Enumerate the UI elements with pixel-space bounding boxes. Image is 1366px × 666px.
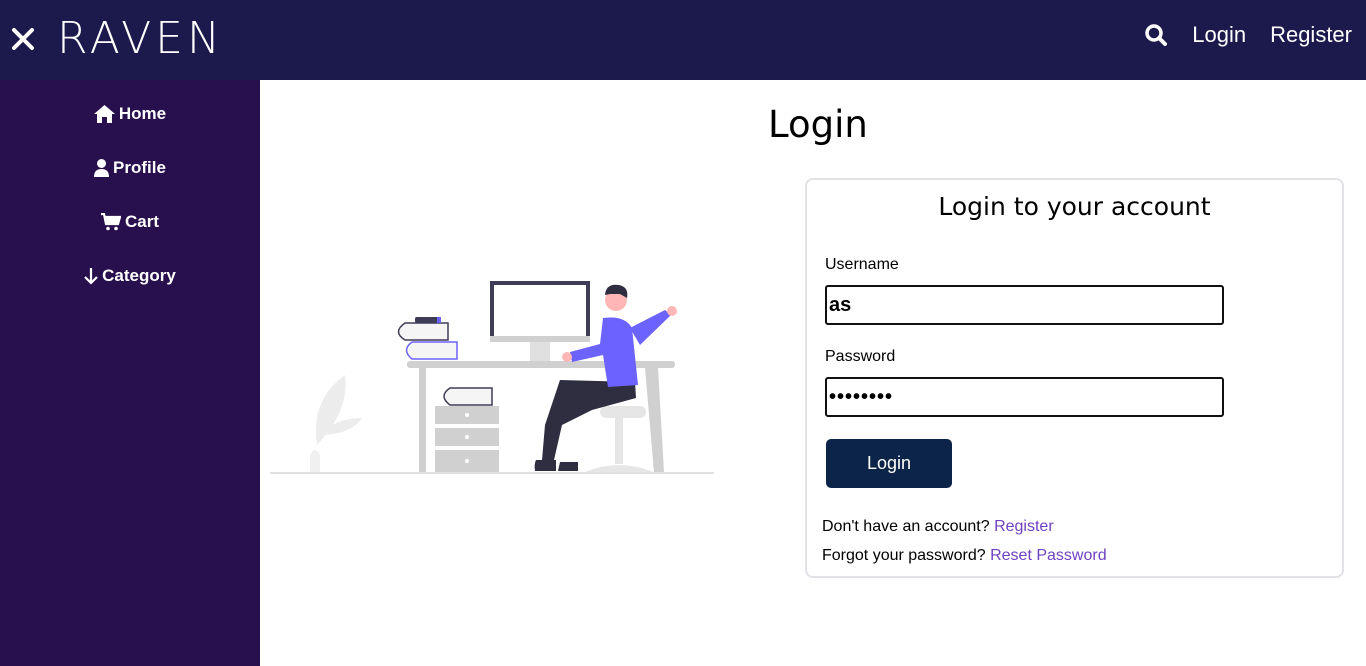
search-icon[interactable] [1144,23,1168,47]
register-prompt-text: Don't have an account? [822,518,990,535]
sidebar-item-label: Home [118,104,167,123]
forgot-prompt: Forgot your password? Reset Password [822,547,1107,565]
brand-logo[interactable]: RAVEN [57,12,224,66]
login-card: Login to your account Username Password … [805,178,1344,578]
sidebar-item-profile[interactable]: Profile [0,158,260,178]
cart-icon [100,213,121,231]
close-icon[interactable] [10,26,36,52]
reset-password-link[interactable]: Reset Password [990,547,1107,564]
password-input[interactable] [825,377,1224,417]
register-link[interactable]: Register [994,518,1054,535]
forgot-prompt-text: Forgot your password? [822,547,986,564]
sidebar-item-category[interactable]: Category [0,266,260,286]
home-icon [93,105,115,123]
user-icon [94,159,110,177]
arrow-down-icon [84,268,98,285]
sidebar-item-cart[interactable]: Cart [0,212,260,232]
top-navbar: RAVEN Login Register [0,0,1366,80]
card-title: Login to your account [938,192,1211,221]
sidebar: Home Profile Cart Category [0,80,260,666]
person-at-desk-illustration [270,281,714,474]
page-title: Login [768,103,868,146]
sidebar-item-label: Profile [113,158,166,177]
login-button[interactable]: Login [826,439,952,488]
sidebar-item-label: Cart [124,212,159,231]
sidebar-item-label: Category [102,266,176,285]
nav-login-link[interactable]: Login [1192,22,1246,48]
password-label: Password [825,348,896,365]
nav-register-link[interactable]: Register [1270,22,1352,48]
register-prompt: Don't have an account? Register [822,518,1054,536]
nav-right: Login Register [1144,22,1352,48]
username-label: Username [825,256,899,273]
sidebar-item-home[interactable]: Home [0,104,260,124]
username-input[interactable] [825,285,1224,325]
